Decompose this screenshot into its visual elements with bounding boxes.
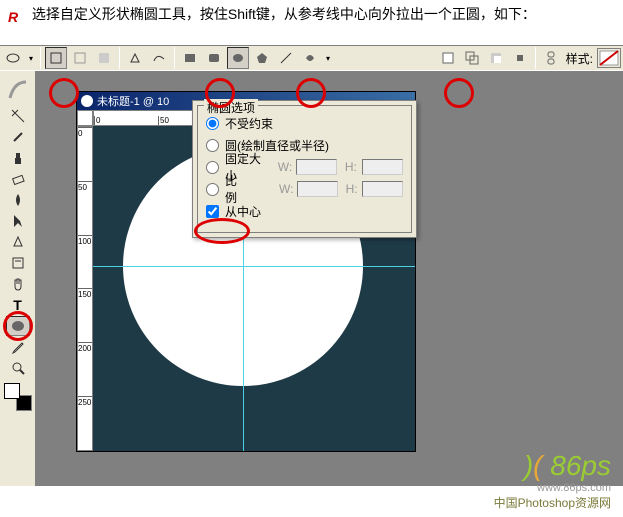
new-shape-icon — [441, 51, 455, 65]
ruler-origin[interactable] — [77, 110, 93, 126]
fill-pixels-icon — [97, 51, 111, 65]
polygon-shape-button[interactable] — [251, 47, 273, 69]
freeform-pen-icon — [152, 51, 166, 65]
separator — [174, 47, 175, 69]
pen-tool[interactable] — [6, 232, 30, 252]
ellipse-shape-button[interactable] — [227, 47, 249, 69]
ruler-vertical[interactable]: 050100150200250 — [77, 126, 93, 451]
radio-circle[interactable] — [206, 139, 219, 152]
prop-width-input[interactable] — [297, 181, 338, 197]
line-shape-button[interactable] — [275, 47, 297, 69]
ellipse-preset-icon — [6, 51, 20, 65]
option-from-center[interactable]: 从中心 — [206, 200, 403, 222]
separator — [535, 47, 536, 69]
radio-unconstrained[interactable] — [206, 117, 219, 130]
color-swatches[interactable] — [4, 383, 32, 411]
add-to-shape-button[interactable] — [461, 47, 483, 69]
blur-tool[interactable] — [6, 190, 30, 210]
polygon-icon — [255, 51, 269, 65]
ps-doc-icon — [81, 95, 93, 107]
instruction-text: R 选择自定义形状椭圆工具，按住Shift键，从参考线中心向外拉出一个正圆，如下… — [0, 0, 623, 35]
watermark-url: www.86ps.com — [494, 482, 611, 494]
shape-layers-icon — [49, 51, 63, 65]
intersect-shape-button[interactable] — [509, 47, 531, 69]
checkbox-from-center[interactable] — [206, 205, 219, 218]
line-icon — [279, 51, 293, 65]
annotation-icon: R — [8, 7, 24, 23]
pen-tool-button[interactable] — [124, 47, 146, 69]
paths-button[interactable] — [69, 47, 91, 69]
brush-preview — [4, 75, 32, 105]
radio-proportional[interactable] — [206, 183, 219, 196]
fixed-height-input[interactable] — [362, 159, 403, 175]
intersect-shape-icon — [513, 51, 527, 65]
ellipse-shape-tool[interactable] — [6, 316, 30, 336]
instruction-content: 选择自定义形状椭圆工具，按住Shift键，从参考线中心向外拉出一个正圆，如下： — [32, 6, 536, 22]
eyedropper-tool[interactable] — [6, 337, 30, 357]
freeform-pen-button[interactable] — [148, 47, 170, 69]
foreground-color[interactable] — [4, 383, 20, 399]
prop-height-input[interactable] — [362, 181, 403, 197]
paths-icon — [73, 51, 87, 65]
separator — [40, 47, 41, 69]
shape-layers-button[interactable] — [45, 47, 67, 69]
options-bar: ▾ ▾ — [0, 45, 623, 71]
custom-shape-icon — [303, 51, 317, 65]
pen-icon — [128, 51, 142, 65]
style-label: 样式: — [566, 50, 593, 67]
link-button[interactable] — [540, 47, 562, 69]
type-tool[interactable]: T — [6, 295, 30, 315]
rounded-rect-icon — [207, 51, 221, 65]
subtract-shape-button[interactable] — [485, 47, 507, 69]
brush-tool[interactable] — [6, 127, 30, 147]
shape-options-dropdown-icon[interactable]: ▾ — [323, 54, 333, 63]
panel-title: 椭圆选项 — [204, 99, 258, 116]
no-style-icon — [599, 50, 619, 66]
path-select-tool[interactable] — [6, 211, 30, 231]
rounded-rect-shape-button[interactable] — [203, 47, 225, 69]
toolbox: T — [0, 71, 36, 486]
style-picker[interactable] — [597, 48, 621, 68]
watermark-logo: )( 86ps — [494, 450, 611, 482]
custom-shape-button[interactable] — [299, 47, 321, 69]
ellipse-icon — [231, 51, 245, 65]
eraser-tool[interactable] — [6, 169, 30, 189]
brush-preview-icon — [6, 78, 30, 102]
rectangle-shape-button[interactable] — [179, 47, 201, 69]
slice-tool[interactable] — [6, 106, 30, 126]
preset-dropdown-icon[interactable]: ▾ — [26, 54, 36, 63]
hand-tool[interactable] — [6, 274, 30, 294]
watermark: )( 86ps www.86ps.com 中国Photoshop资源网 — [494, 450, 611, 511]
document-title: 未标题-1 @ 10 — [97, 93, 169, 109]
rectangle-icon — [183, 51, 197, 65]
option-proportional[interactable]: 比例 W: H: — [206, 178, 403, 200]
fill-pixels-button[interactable] — [93, 47, 115, 69]
add-shape-icon — [465, 51, 479, 65]
tool-preset-picker[interactable] — [2, 47, 24, 69]
fixed-width-input[interactable] — [296, 159, 337, 175]
watermark-tagline: 中国Photoshop资源网 — [494, 494, 611, 511]
zoom-tool[interactable] — [6, 358, 30, 378]
link-icon — [545, 51, 557, 65]
subtract-shape-icon — [489, 51, 503, 65]
create-new-shape-button[interactable] — [437, 47, 459, 69]
guide-horizontal[interactable] — [93, 266, 415, 267]
separator — [119, 47, 120, 69]
stamp-tool[interactable] — [6, 148, 30, 168]
notes-tool[interactable] — [6, 253, 30, 273]
radio-fixed-size[interactable] — [206, 161, 219, 174]
ellipse-options-panel: 椭圆选项 不受约束 圆(绘制直径或半径) 固定大小 W: H: 比例 W: H: — [192, 100, 417, 238]
